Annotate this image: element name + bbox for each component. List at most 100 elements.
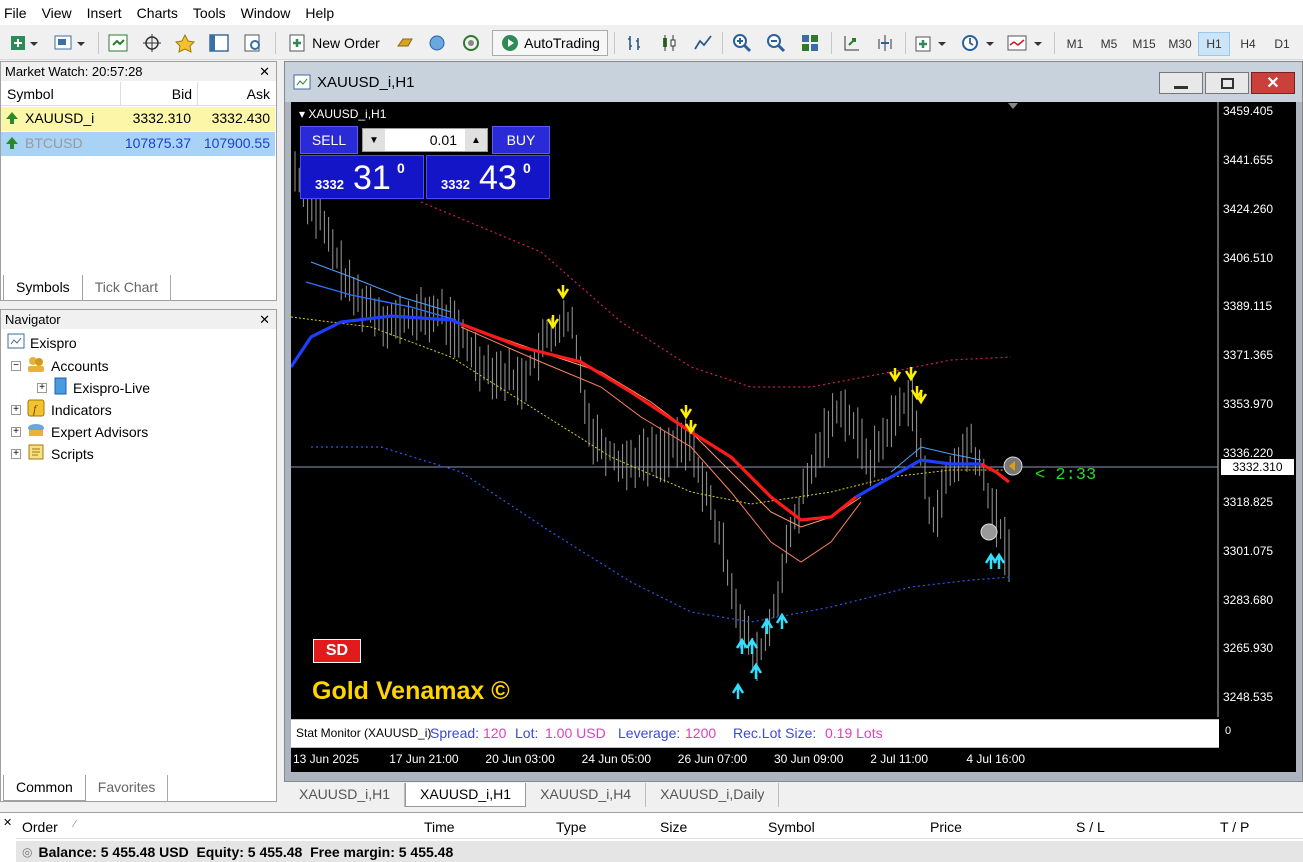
indicators-list-icon[interactable] (912, 30, 950, 56)
market-icon[interactable] (458, 30, 484, 56)
nav-accounts[interactable]: − Accounts (11, 355, 109, 376)
navigator-icon[interactable] (171, 30, 199, 56)
tile-windows-icon[interactable] (797, 30, 823, 56)
col-ask[interactable]: Ask (247, 86, 270, 102)
market-row[interactable]: XAUUSD_i 3332.310 3332.430 (1, 107, 275, 131)
col-tp[interactable]: T / P (1220, 819, 1249, 835)
nav-scripts[interactable]: + Scripts (11, 443, 94, 464)
close-icon[interactable]: ✕ (3, 816, 12, 829)
nav-indicators[interactable]: + f Indicators (11, 399, 112, 420)
chart-titlebar: XAUUSD_i,H1 ✕ (285, 62, 1302, 102)
col-bid[interactable]: Bid (172, 86, 192, 102)
lot-stepper[interactable]: ▼ 0.01 ▲ (362, 128, 488, 152)
lot-decrease-icon[interactable]: ▼ (363, 129, 385, 151)
sell-price-box[interactable]: 3332 31 0 (300, 155, 424, 199)
expand-icon[interactable]: + (11, 426, 21, 437)
expand-icon[interactable]: + (37, 382, 47, 393)
close-icon[interactable]: ✕ (259, 64, 270, 80)
chart-canvas[interactable]: ▾ XAUUSD_i,H1 SELL ▼ 0.01 ▲ BUY 3332 31 … (291, 102, 1296, 772)
terminal-icon[interactable] (205, 30, 233, 56)
lot-increase-icon[interactable]: ▲ (465, 129, 487, 151)
tab-tick-chart[interactable]: Tick Chart (83, 275, 171, 301)
col-symbol[interactable]: Symbol (7, 86, 54, 102)
market-watch-icon[interactable] (104, 30, 132, 56)
close-icon[interactable]: ✕ (259, 312, 270, 328)
timeframe-m30[interactable]: M30 (1163, 32, 1197, 56)
navigator-tabs: Common Favorites (3, 775, 169, 801)
menu-file[interactable]: File (0, 5, 38, 21)
candlestick-icon[interactable] (656, 30, 682, 56)
restore-icon (1220, 77, 1234, 89)
menu-insert[interactable]: Insert (83, 5, 133, 21)
timeframe-m1[interactable]: M1 (1059, 32, 1091, 56)
strategy-tester-icon[interactable] (239, 30, 267, 56)
templates-icon[interactable] (1004, 30, 1046, 56)
nav-account-live-label: Exispro-Live (73, 379, 151, 396)
menu-help[interactable]: Help (301, 5, 345, 21)
balance-row: ◎ Balance: 5 455.48 USD Equity: 5 455.48… (16, 841, 1303, 862)
col-sl[interactable]: S / L (1076, 819, 1105, 835)
sell-price-big: 31 (353, 159, 391, 197)
close-window-button[interactable]: ✕ (1251, 72, 1295, 94)
menu-tools[interactable]: Tools (189, 5, 237, 21)
signals-icon[interactable] (424, 30, 450, 56)
col-type[interactable]: Type (556, 819, 586, 835)
sell-button[interactable]: SELL (300, 126, 358, 154)
tab-favorites[interactable]: Favorites (86, 775, 169, 801)
new-order-button[interactable]: New Order (282, 30, 386, 56)
zoom-in-icon[interactable] (729, 30, 755, 56)
col-order[interactable]: Order (22, 819, 58, 835)
chart-tabs: XAUUSD_i,H1 XAUUSD_i,H1 XAUUSD_i,H4 XAUU… (285, 783, 780, 807)
chart-tab[interactable]: XAUUSD_i,H4 (526, 783, 647, 807)
nav-account-live[interactable]: + Exispro-Live (37, 377, 150, 398)
sell-arrow-icon (888, 368, 902, 383)
nav-expert-advisors[interactable]: + Expert Advisors (11, 421, 148, 442)
autotrading-button[interactable]: AutoTrading (492, 30, 608, 56)
tab-symbols[interactable]: Symbols (3, 275, 83, 301)
col-time[interactable]: Time (424, 819, 455, 835)
yellow-ma (291, 316, 1011, 505)
menu-view[interactable]: View (38, 5, 83, 21)
col-symbol[interactable]: Symbol (768, 819, 815, 835)
price-tick-label: 3248.535 (1223, 690, 1274, 705)
minimize-button[interactable] (1159, 72, 1203, 94)
chart-tab-active[interactable]: XAUUSD_i,H1 (405, 783, 527, 807)
col-price[interactable]: Price (930, 819, 962, 835)
sell-arrow-icon (556, 285, 570, 300)
line-chart-icon[interactable] (690, 30, 716, 56)
zoom-out-icon[interactable] (763, 30, 789, 56)
market-row[interactable]: BTCUSD 107875.37 107900.55 (1, 132, 275, 156)
chart-shift-icon[interactable] (872, 30, 898, 56)
expand-icon[interactable]: + (11, 404, 21, 415)
collapse-icon[interactable]: − (11, 360, 21, 371)
timeframe-h1[interactable]: H1 (1198, 32, 1230, 56)
time-tick-label: 13 Jun 2025 (293, 752, 360, 766)
expand-icon[interactable]: + (11, 448, 21, 459)
timeframe-h4[interactable]: H4 (1232, 32, 1264, 56)
timeframe-d1[interactable]: D1 (1266, 32, 1298, 56)
timeframe-m5[interactable]: M5 (1093, 32, 1125, 56)
chart-label-triangle-icon: ▾ (299, 107, 306, 121)
lot-input[interactable]: 0.01 (430, 132, 457, 148)
price-chart[interactable] (291, 102, 1296, 772)
timeframe-m15[interactable]: M15 (1127, 32, 1161, 56)
col-size[interactable]: Size (660, 819, 687, 835)
menu-charts[interactable]: Charts (133, 5, 189, 21)
buy-button[interactable]: BUY (492, 126, 550, 154)
profiles-icon[interactable] (50, 30, 90, 56)
periods-icon[interactable] (958, 30, 998, 56)
chart-tab[interactable]: XAUUSD_i,H1 (285, 783, 406, 807)
sd-badge[interactable]: SD (313, 639, 361, 663)
restore-button[interactable] (1205, 72, 1249, 94)
chart-tab[interactable]: XAUUSD_i,Daily (646, 783, 780, 807)
menu-window[interactable]: Window (237, 5, 302, 21)
autoscroll-icon[interactable] (838, 30, 864, 56)
buy-price-box[interactable]: 3332 43 0 (426, 155, 550, 199)
tab-common[interactable]: Common (3, 775, 86, 801)
bar-chart-icon[interactable] (622, 30, 648, 56)
nav-root[interactable]: Exispro (7, 333, 77, 352)
new-chart-icon[interactable] (6, 30, 42, 56)
crosshair-icon[interactable] (138, 30, 166, 56)
gold-bar-icon[interactable] (392, 30, 418, 56)
time-tick-label: 30 Jun 09:00 (774, 752, 844, 766)
